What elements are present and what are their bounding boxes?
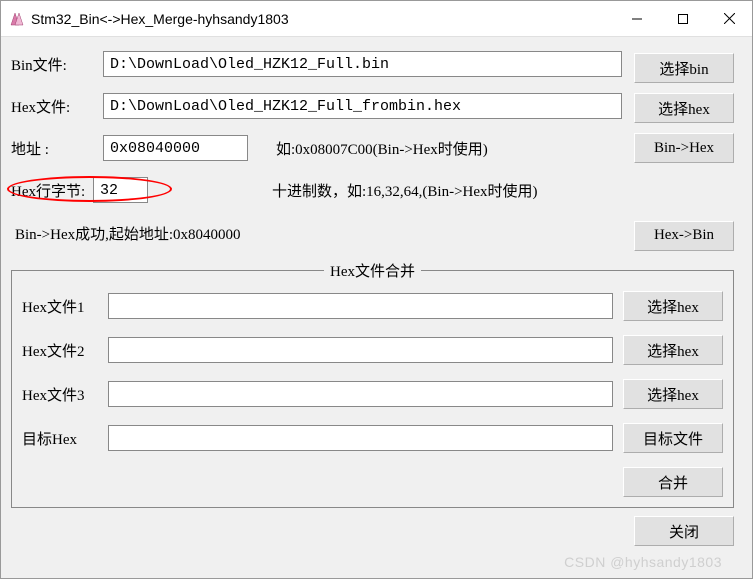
bin-file-label: Bin文件: <box>11 54 95 75</box>
merge-hex1-button[interactable]: 选择hex <box>623 291 723 321</box>
app-icon <box>9 11 25 27</box>
client-area: Bin文件: Hex文件: 地址 : 如:0x08007C00(Bin->Hex… <box>1 37 752 578</box>
merge-hex1-label: Hex文件1 <box>22 296 98 317</box>
merge-target-input[interactable] <box>108 425 613 451</box>
bin-file-input[interactable] <box>103 51 622 77</box>
bin-to-hex-button[interactable]: Bin->Hex <box>634 133 734 163</box>
merge-button[interactable]: 合并 <box>623 467 723 497</box>
close-button[interactable]: 关闭 <box>634 516 734 546</box>
merge-hex3-input[interactable] <box>108 381 613 407</box>
hex-row-bytes-label: Hex行字节: <box>11 180 93 201</box>
merge-hex3-label: Hex文件3 <box>22 384 98 405</box>
minimize-button[interactable] <box>614 1 660 37</box>
merge-target-button[interactable]: 目标文件 <box>623 423 723 453</box>
hex-row-bytes-input[interactable] <box>93 177 148 203</box>
hex-row-bytes-hint: 十进制数，如:16,32,64,(Bin->Hex时使用) <box>272 180 538 201</box>
merge-hex3-button[interactable]: 选择hex <box>623 379 723 409</box>
watermark-text: CSDN @hyhsandy1803 <box>564 554 722 570</box>
window: Stm32_Bin<->Hex_Merge-hyhsandy1803 Bin文件… <box>0 0 753 579</box>
merge-target-label: 目标Hex <box>22 428 98 449</box>
merge-group: Hex文件合并 Hex文件1 选择hex Hex文件2 选择hex Hex文件3… <box>11 260 734 508</box>
hex-file-label: Hex文件: <box>11 96 95 117</box>
merge-hex2-input[interactable] <box>108 337 613 363</box>
merge-legend: Hex文件合并 <box>324 260 421 281</box>
address-hint: 如:0x08007C00(Bin->Hex时使用) <box>276 138 488 159</box>
window-title: Stm32_Bin<->Hex_Merge-hyhsandy1803 <box>31 11 614 27</box>
address-input[interactable] <box>103 135 248 161</box>
window-controls <box>614 1 752 37</box>
merge-hex2-button[interactable]: 选择hex <box>623 335 723 365</box>
select-hex-button[interactable]: 选择hex <box>634 93 734 123</box>
titlebar: Stm32_Bin<->Hex_Merge-hyhsandy1803 <box>1 1 752 37</box>
hex-to-bin-button[interactable]: Hex->Bin <box>634 221 734 251</box>
merge-hex1-input[interactable] <box>108 293 613 319</box>
hex-file-input[interactable] <box>103 93 622 119</box>
close-window-button[interactable] <box>706 1 752 37</box>
maximize-button[interactable] <box>660 1 706 37</box>
merge-hex2-label: Hex文件2 <box>22 340 98 361</box>
address-label: 地址 : <box>11 138 95 159</box>
select-bin-button[interactable]: 选择bin <box>634 53 734 83</box>
status-text: Bin->Hex成功,起始地址:0x8040000 <box>15 223 622 244</box>
